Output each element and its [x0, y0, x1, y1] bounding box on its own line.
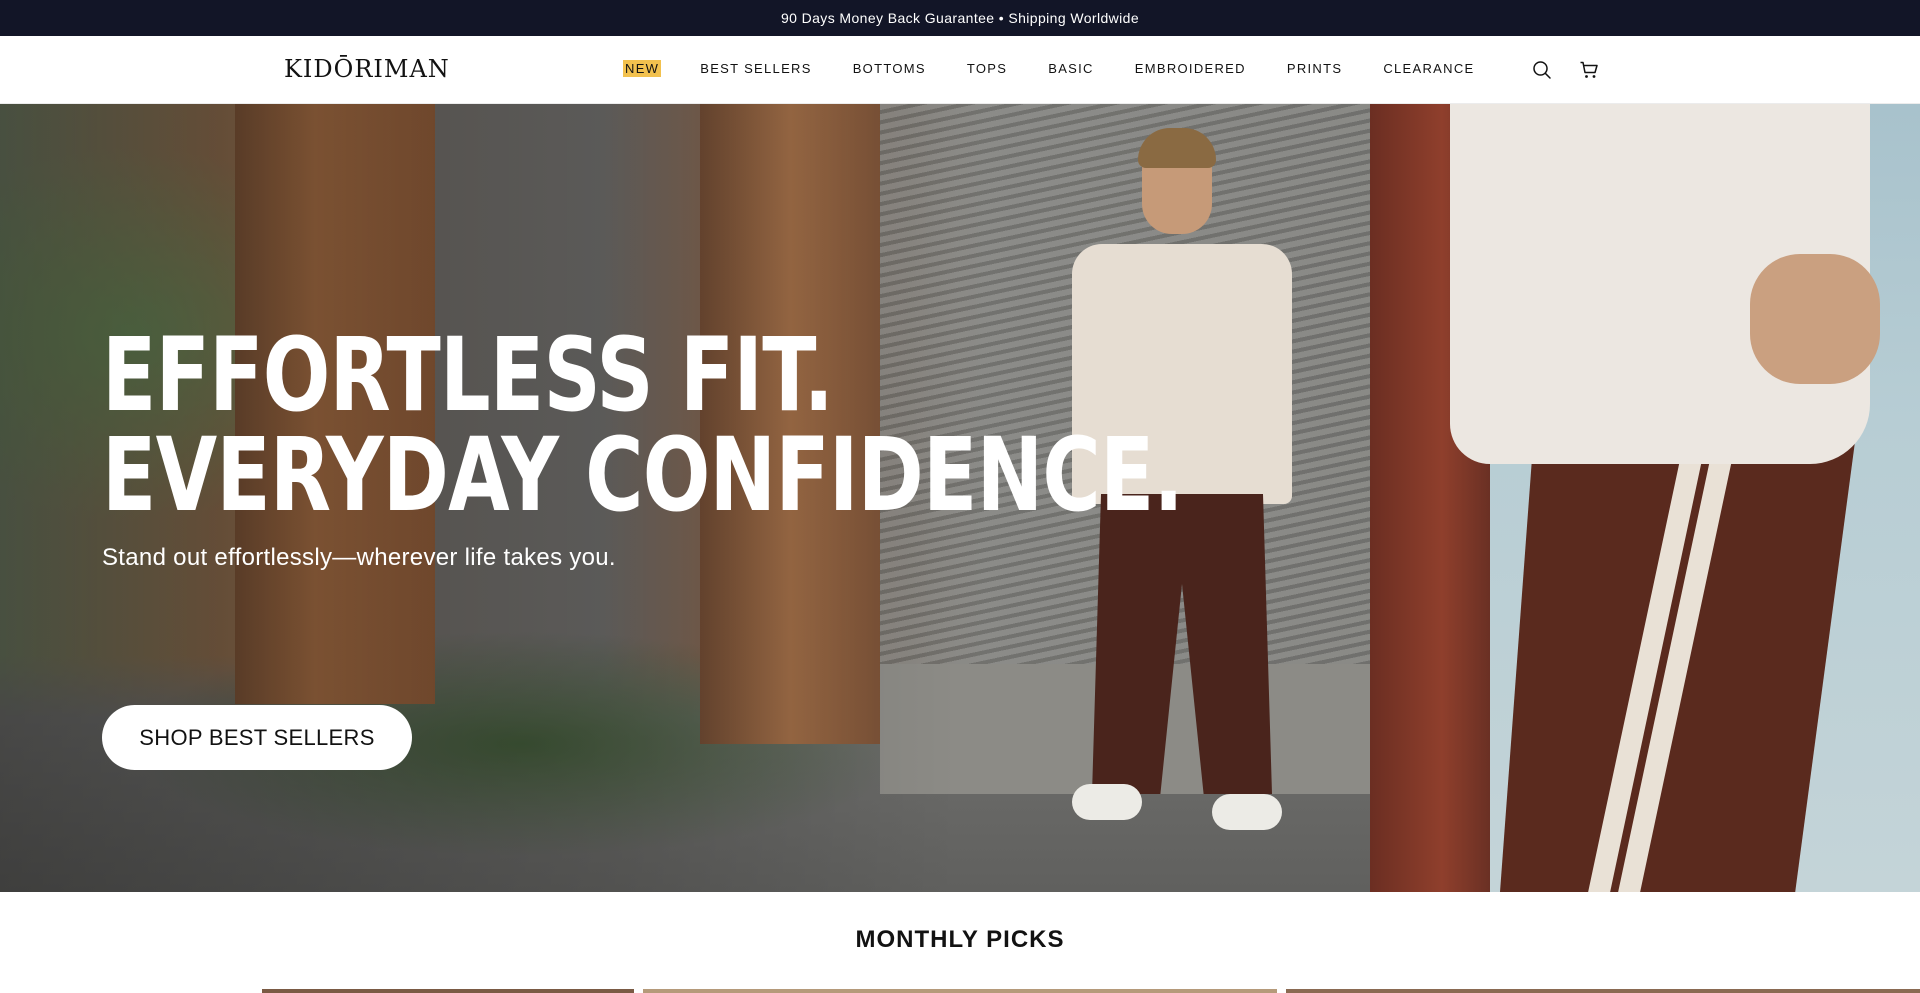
nav-item-prints[interactable]: PRINTS: [1287, 61, 1342, 76]
hero-title-line: EVERYDAY CONFIDENCE.: [102, 416, 1184, 535]
closeup-hand: [1750, 254, 1880, 384]
announcement-text: 90 Days Money Back Guarantee • Shipping …: [780, 10, 1140, 26]
nav-item-embroidered[interactable]: EMBROIDERED: [1135, 61, 1246, 76]
nav-item-tops[interactable]: TOPS: [967, 61, 1007, 76]
hero-subtitle: Stand out effortlessly—wherever life tak…: [102, 544, 616, 571]
hero-title-line: EFFORTLESS FIT.: [102, 316, 834, 435]
hero-text-block: EFFORTLESS FIT. EVERYDAY CONFIDENCE. Sta…: [102, 316, 1488, 572]
site-header: KIDŌRIMAN NEW BEST SELLERS BOTTOMS TOPS …: [0, 36, 1920, 104]
product-card[interactable]: [262, 989, 634, 993]
hero-banner: EFFORTLESS FIT. EVERYDAY CONFIDENCE. Sta…: [0, 104, 1920, 892]
logo[interactable]: KIDŌRIMAN: [284, 55, 450, 83]
product-card[interactable]: [643, 989, 1277, 993]
nav-item-best-sellers[interactable]: BEST SELLERS: [700, 61, 811, 76]
cart-icon[interactable]: [1577, 58, 1601, 82]
nav-item-new[interactable]: NEW: [623, 60, 662, 77]
nav-item-basic[interactable]: BASIC: [1048, 61, 1094, 76]
shop-best-sellers-button[interactable]: SHOP BEST SELLERS: [102, 705, 412, 770]
section-title: MONTHLY PICKS: [855, 926, 1065, 953]
search-icon[interactable]: [1530, 58, 1554, 82]
announcement-bar: 90 Days Money Back Guarantee • Shipping …: [0, 0, 1920, 36]
nav-item-clearance[interactable]: CLEARANCE: [1383, 61, 1474, 76]
nav-item-bottoms[interactable]: BOTTOMS: [853, 61, 926, 76]
product-card[interactable]: [1286, 989, 1920, 993]
main-nav: NEW BEST SELLERS BOTTOMS TOPS BASIC EMBR…: [623, 60, 1516, 77]
hero-title: EFFORTLESS FIT. EVERYDAY CONFIDENCE.: [102, 316, 1184, 535]
